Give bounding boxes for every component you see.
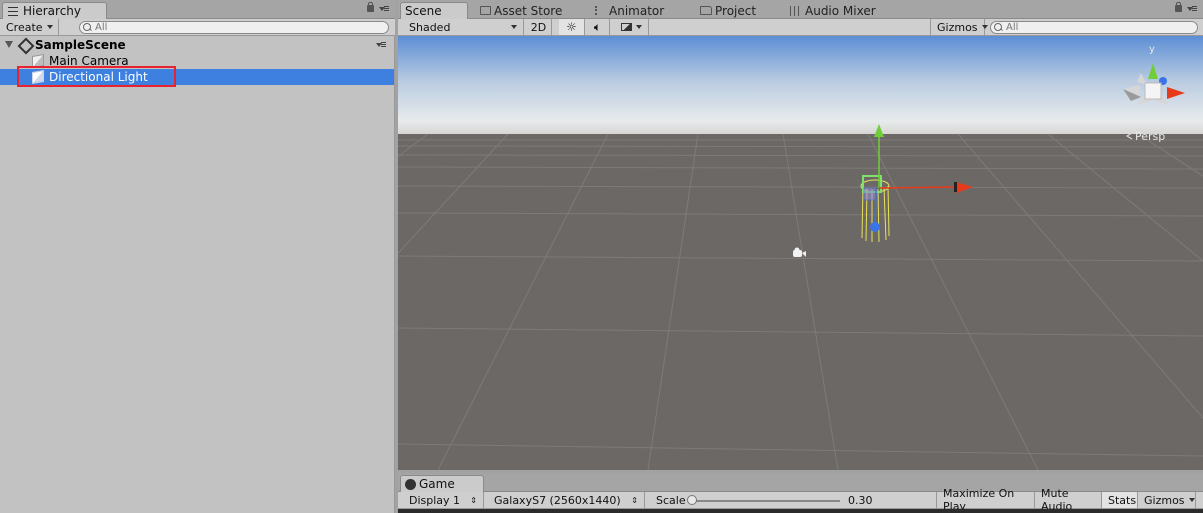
scene-tabbar: Scene Asset Store Animator Project Audio… [398,0,1203,19]
tab-animator-label: Animator [609,3,665,18]
tab-asset-store-label: Asset Store [494,3,563,18]
folder-icon [700,6,712,15]
game-panel: Game Display 1 ⇕ GalaxyS7 (2560x1440) ⇕ … [398,474,1203,513]
fold-arrow-icon[interactable] [5,41,13,48]
scene-toolbar: Shaded 2D ☼ 🔈︎ Gizmos All [398,19,1203,36]
updown-icon: ⇕ [470,495,477,505]
hierarchy-search-input[interactable]: All [79,21,389,34]
chevron-down-icon [981,25,988,29]
tab-asset-store[interactable]: Asset Store [476,2,568,19]
mute-audio-toggle[interactable]: Mute Audio [1035,487,1102,513]
speaker-icon: 🔈︎ [593,19,602,34]
gizmo-axis-label: y [1149,44,1155,55]
store-bag-icon [480,6,491,15]
lock-icon[interactable] [1175,2,1182,12]
scale-label-text: Scale [656,493,686,507]
annotation-highlight-box [17,66,176,87]
scale-slider-thumb[interactable] [687,495,697,505]
tab-game[interactable]: Game [400,475,484,492]
scene-root-row[interactable]: SampleScene [0,37,394,53]
scale-slider-track[interactable] [688,500,840,502]
tab-audio-mixer-label: Audio Mixer [805,3,876,18]
scale-value-text: 0.30 [848,493,873,507]
scene-menu-icon[interactable] [376,41,386,49]
updown-icon: ⇕ [631,495,638,505]
maximize-on-play-toggle[interactable]: Maximize On Play [936,487,1035,513]
image-icon [620,23,632,31]
sun-icon: ☼ [566,20,577,34]
animator-icon [595,6,606,15]
shading-mode-label: Shaded [409,20,451,34]
tab-scene[interactable]: Scene [400,2,468,19]
sky [398,36,1203,136]
shading-mode-dropdown[interactable]: Shaded [403,19,524,35]
scale-label: Scale [650,492,686,508]
chevron-down-icon [511,25,517,29]
chevron-down-icon [46,25,53,29]
hierarchy-search-placeholder: All [95,22,108,33]
gizmos-dropdown[interactable]: Gizmos [930,19,988,35]
mixer-sliders-icon [790,5,802,16]
tab-hierarchy-label: Hierarchy [23,4,82,18]
scene-name: SampleScene [35,38,126,52]
hierarchy-icon [7,6,20,17]
game-gizmos-dropdown[interactable]: Gizmos [1138,492,1196,508]
game-controller-icon [405,478,416,490]
scene-search-placeholder: All [1006,22,1019,33]
create-label: Create [6,20,43,34]
toggle-2d-button[interactable]: 2D [526,19,552,35]
tab-project[interactable]: Project [696,2,762,19]
z-axis-cone [870,222,880,232]
audio-toggle-button[interactable]: 🔈︎ [586,19,610,35]
panel-menu-icon[interactable] [379,5,389,13]
tab-scene-label: Scene [405,4,442,18]
scene-search-input[interactable]: All [990,21,1198,34]
lock-icon[interactable] [367,2,374,12]
scene-panel: Scene Asset Store Animator Project Audio… [398,0,1203,475]
chevron-down-icon [635,25,642,29]
search-icon [994,22,1006,33]
scene-viewport[interactable]: y Persp [398,36,1203,470]
z-axis-handle [874,189,877,225]
unity-scene-icon [18,39,31,51]
tab-animator[interactable]: Animator [591,2,670,19]
projection-label: Persp [1135,130,1165,143]
stats-toggle[interactable]: Stats [1102,492,1138,508]
ground-plane [398,134,1203,470]
toggle-2d-label: 2D [530,20,547,34]
hierarchy-toolbar: Create All [0,19,395,36]
chevron-down-icon [1188,498,1195,502]
game-toolbar: Display 1 ⇕ GalaxyS7 (2560x1440) ⇕ Scale… [398,487,1203,513]
display-dropdown[interactable]: Display 1 ⇕ [403,492,484,508]
create-dropdown[interactable]: Create [0,19,59,35]
tab-hierarchy[interactable]: Hierarchy [2,2,107,19]
scene-render: y Persp [398,36,1203,470]
hierarchy-panel: Hierarchy Create All SampleScene Main Ca… [0,0,395,513]
search-icon [83,22,95,33]
tab-project-label: Project [715,3,757,18]
effects-dropdown[interactable] [614,19,649,35]
resolution-dropdown[interactable]: GalaxyS7 (2560x1440) ⇕ [488,492,645,508]
stats-label: Stats [1108,493,1137,507]
resolution-label: GalaxyS7 (2560x1440) [494,493,621,507]
game-gizmos-label: Gizmos [1144,493,1185,507]
tab-game-label: Game [419,477,455,491]
x-axis-handle [878,186,956,189]
scale-value: 0.30 [842,492,873,508]
hierarchy-tabbar: Hierarchy [0,0,395,19]
panel-menu-icon[interactable] [1187,5,1197,13]
tab-audio-mixer[interactable]: Audio Mixer [786,2,882,19]
display-label: Display 1 [409,493,461,507]
gizmos-label: Gizmos [937,20,978,34]
game-view-preview [398,509,1203,513]
lighting-toggle-button[interactable]: ☼ [559,19,585,35]
